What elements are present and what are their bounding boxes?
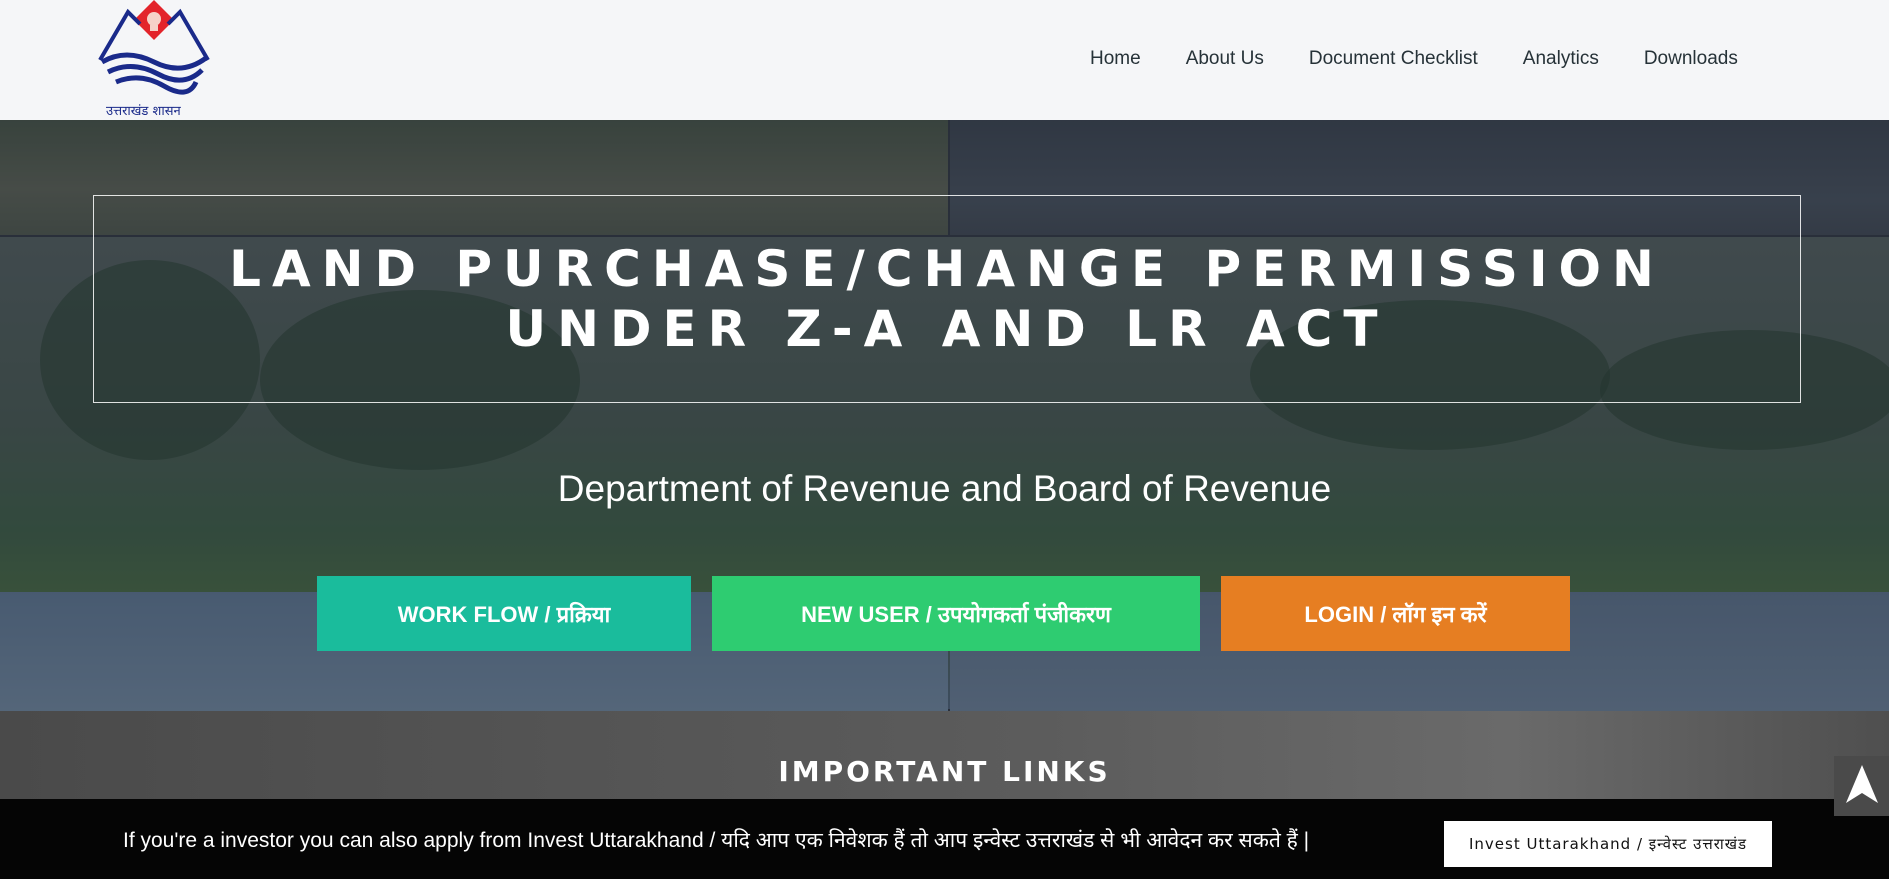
department-subtitle: Department of Revenue and Board of Reven… xyxy=(557,468,1332,509)
nav-document-checklist[interactable]: Document Checklist xyxy=(1309,48,1478,70)
page-title-line2: UNDER Z-A AND LR ACT xyxy=(505,300,1389,358)
main-nav: Home About Us Document Checklist Analyti… xyxy=(1090,48,1783,70)
scroll-to-top-button[interactable] xyxy=(1834,756,1889,816)
nav-downloads[interactable]: Downloads xyxy=(1644,48,1738,70)
logo-caption: उत्तराखंड शासन xyxy=(106,104,181,119)
invest-banner-text: If you're a investor you can also apply … xyxy=(123,829,1310,852)
nav-about-us[interactable]: About Us xyxy=(1186,48,1264,70)
workflow-button[interactable]: WORK FLOW / प्रक्रिया xyxy=(317,576,691,651)
login-button[interactable]: LOGIN / लॉग इन करें xyxy=(1221,576,1570,651)
nav-analytics[interactable]: Analytics xyxy=(1523,48,1599,70)
invest-uttarakhand-button[interactable]: Invest Uttarakhand / इन्वेस्ट उत्तराखंड xyxy=(1444,821,1772,867)
hero-section: LAND PURCHASE/CHANGE PERMISSION UNDER Z-… xyxy=(0,120,1889,711)
invest-banner: If you're a investor you can also apply … xyxy=(0,799,1889,879)
nav-home[interactable]: Home xyxy=(1090,48,1141,70)
new-user-button[interactable]: NEW USER / उपयोगकर्ता पंजीकरण xyxy=(712,576,1200,651)
site-header: उत्तराखंड शासन Home About Us Document Ch… xyxy=(0,0,1889,120)
arrow-up-icon xyxy=(1845,765,1878,807)
page-title-line1: LAND PURCHASE/CHANGE PERMISSION xyxy=(229,240,1665,298)
title-box: LAND PURCHASE/CHANGE PERMISSION UNDER Z-… xyxy=(93,195,1801,403)
important-links-title: IMPORTANT LINKS xyxy=(778,755,1111,788)
